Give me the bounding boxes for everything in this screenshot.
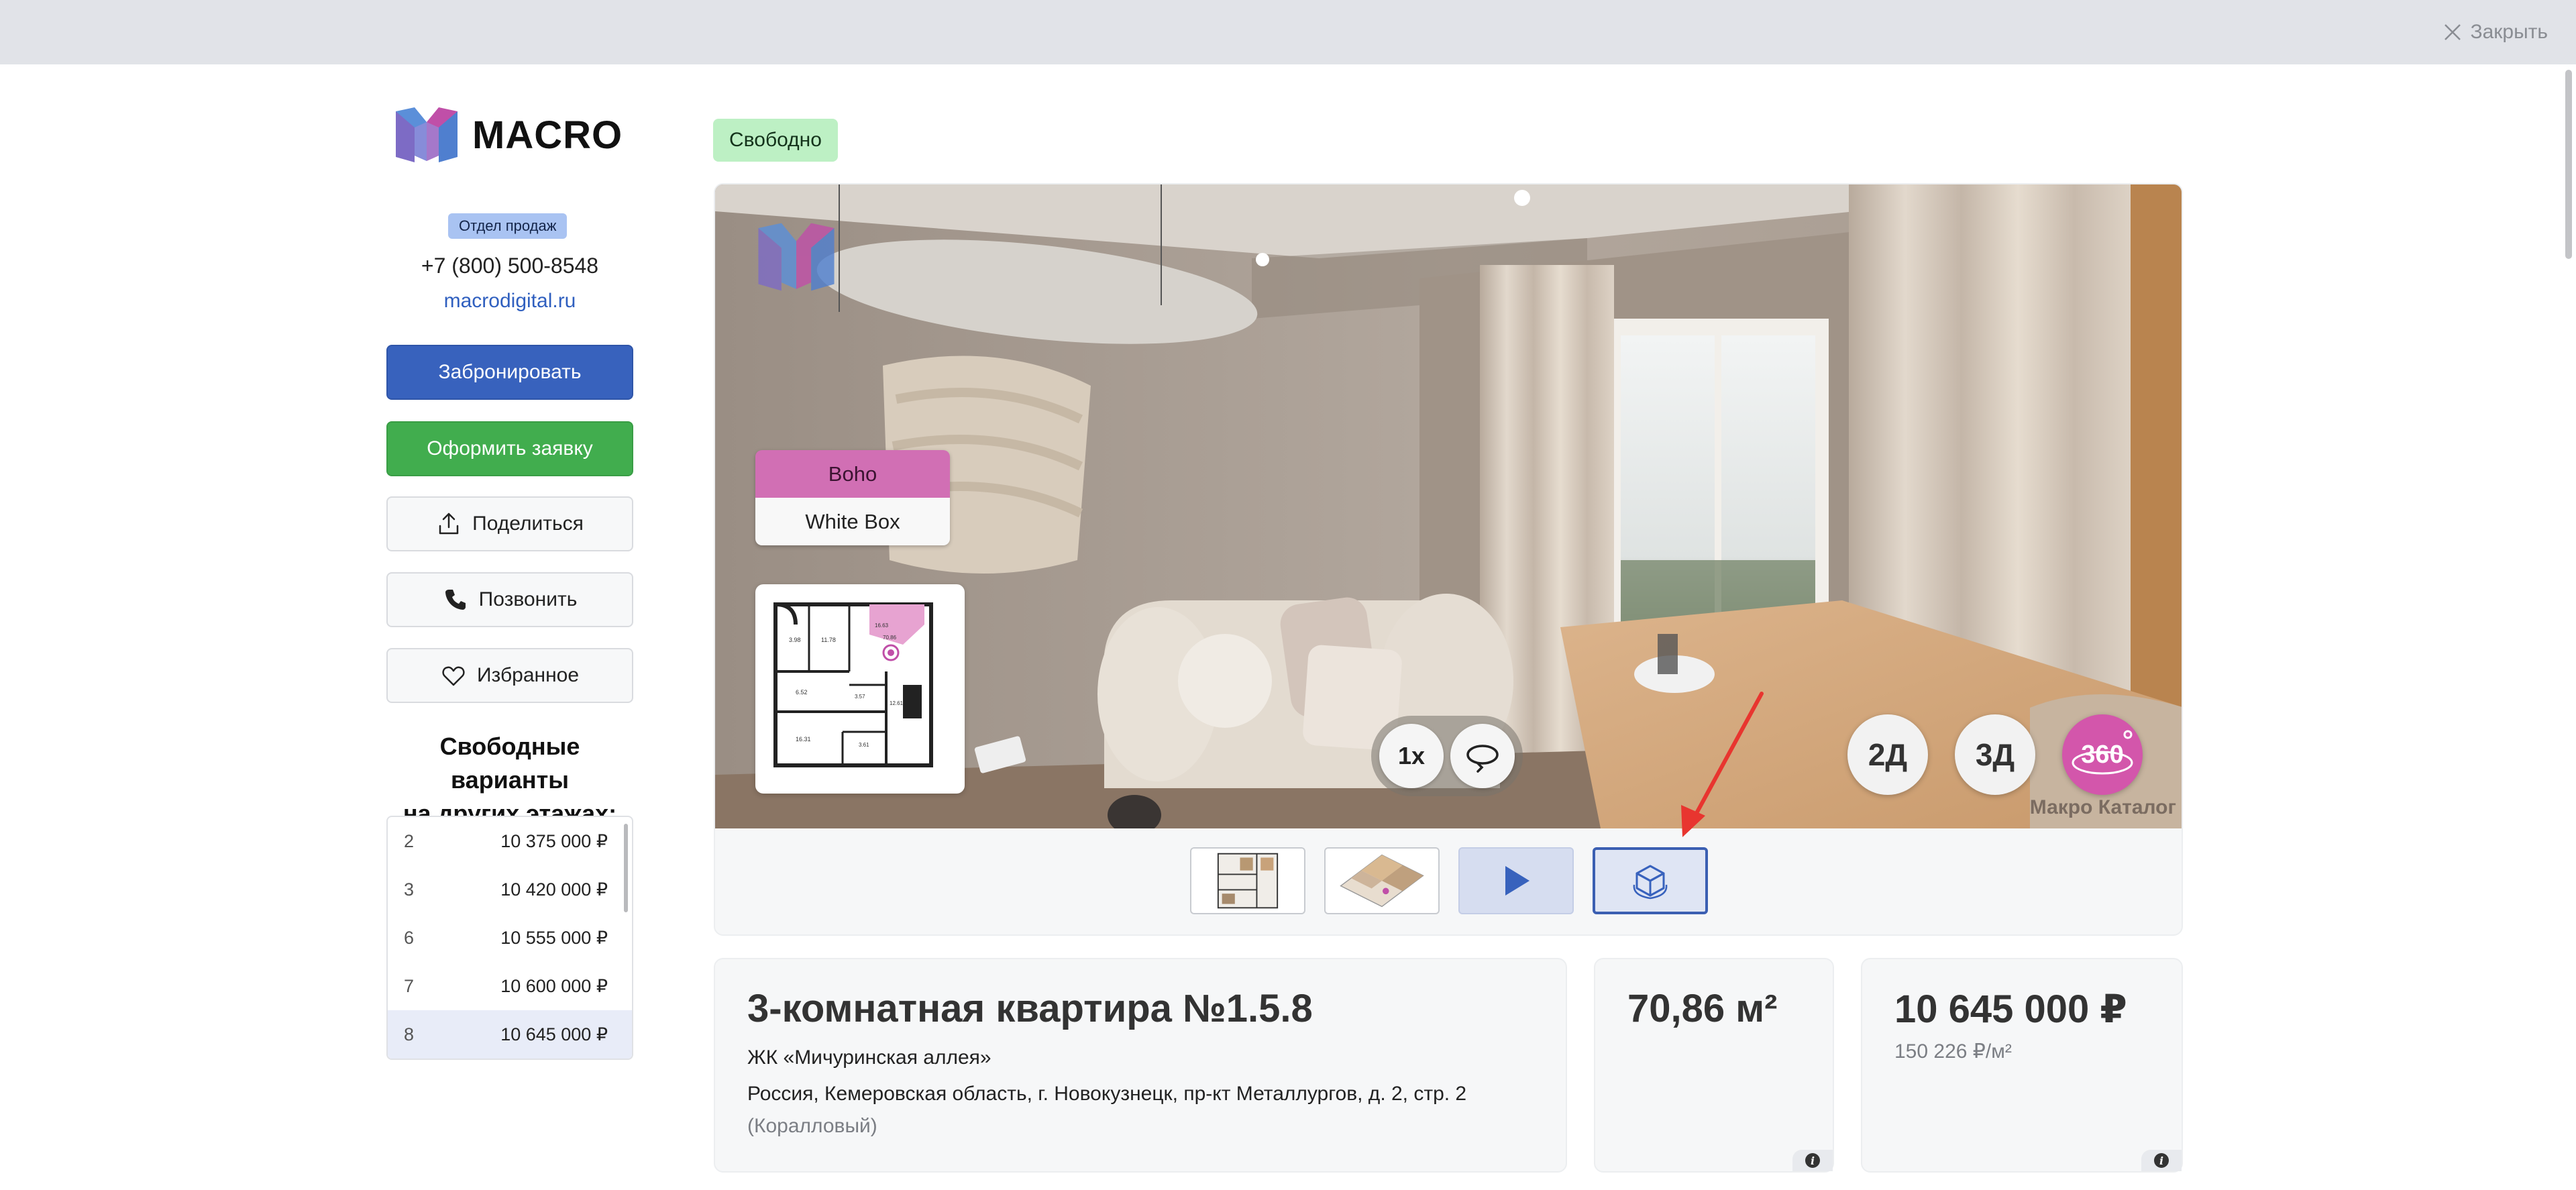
plan-room-label: 16.31 bbox=[796, 736, 811, 743]
style-option-boho[interactable]: Boho bbox=[755, 450, 950, 498]
phone-icon bbox=[445, 590, 466, 610]
media-viewer: Boho White Box 3.98 11.78 16.63 6.52 3.5… bbox=[714, 183, 2183, 936]
status-badge: Свободно bbox=[713, 119, 838, 162]
plan-room-label: 70.86 bbox=[883, 635, 897, 641]
thumbnail-video[interactable] bbox=[1458, 847, 1574, 914]
media-thumbnails bbox=[715, 828, 2182, 934]
floor-row[interactable]: 2 10 375 000 ₽ bbox=[388, 817, 632, 865]
info-icon: i bbox=[2154, 1153, 2169, 1168]
viewer-logo-watermark bbox=[758, 223, 835, 291]
speed-button[interactable]: 1x bbox=[1379, 724, 1444, 788]
website-link[interactable]: macrodigital.ru bbox=[386, 290, 633, 313]
floor-price: 10 600 000 ₽ bbox=[500, 975, 608, 996]
floor-row[interactable]: 7 10 600 000 ₽ bbox=[388, 962, 632, 1010]
share-icon bbox=[439, 512, 459, 535]
share-button-label: Поделиться bbox=[472, 512, 584, 535]
floor-plan-drawing: 3.98 11.78 16.63 6.52 3.57 12.61 16.31 7… bbox=[773, 602, 933, 767]
phone-link[interactable]: +7 (800) 500-8548 bbox=[386, 254, 633, 278]
plan-room-label: 12.61 bbox=[890, 700, 904, 706]
other-floors-title-line1: Свободные варианты bbox=[439, 733, 580, 794]
plan-room-label: 3.98 bbox=[789, 637, 801, 643]
share-button[interactable]: Поделиться bbox=[386, 496, 633, 551]
auto-rotate-button[interactable] bbox=[1450, 724, 1515, 788]
price-info-button[interactable]: i bbox=[2141, 1150, 2182, 1171]
mode-360-button[interactable]: 360 bbox=[2062, 714, 2143, 795]
other-floors-list: 2 10 375 000 ₽ 3 10 420 000 ₽ 6 10 555 0… bbox=[386, 816, 633, 1060]
floor-price: 10 555 000 ₽ bbox=[500, 927, 608, 948]
call-button[interactable]: Позвонить bbox=[386, 572, 633, 627]
floor-number: 8 bbox=[404, 1024, 415, 1044]
floor-number: 7 bbox=[404, 975, 415, 996]
floor-plan-thumbnail-icon bbox=[1217, 853, 1279, 909]
sales-dept-badge: Отдел продаж bbox=[448, 213, 568, 239]
macro-logo-icon bbox=[396, 107, 458, 162]
floor-row[interactable]: 6 10 555 000 ₽ bbox=[388, 914, 632, 962]
area-card: 70,86 м² i bbox=[1594, 958, 1834, 1173]
mode-360-label: 360 bbox=[2081, 740, 2124, 769]
plan-room-label: 3.61 bbox=[859, 742, 869, 748]
price-per-m2: 150 226 ₽/м² bbox=[1894, 1040, 2012, 1063]
favorite-button-label: Избранное bbox=[476, 664, 580, 686]
play-icon bbox=[1505, 866, 1529, 896]
floor-row-current[interactable]: 8 10 645 000 ₽ bbox=[388, 1010, 632, 1059]
rotate-icon bbox=[1466, 745, 1499, 773]
building-name: (Коралловый) bbox=[747, 1115, 877, 1137]
info-icon: i bbox=[1805, 1153, 1820, 1168]
apartment-address: Россия, Кемеровская область, г. Новокузн… bbox=[747, 1083, 1467, 1105]
panorama-view[interactable]: Boho White Box 3.98 11.78 16.63 6.52 3.5… bbox=[715, 184, 2182, 828]
floor-plan-minimap[interactable]: 3.98 11.78 16.63 6.52 3.57 12.61 16.31 7… bbox=[755, 584, 965, 794]
apply-button[interactable]: Оформить заявку bbox=[386, 421, 633, 476]
book-button-label: Забронировать bbox=[438, 361, 582, 383]
apartment-info-card: 3-комнатная квартира №1.5.8 ЖК «Мичуринс… bbox=[714, 958, 1567, 1173]
finish-style-switch: Boho White Box bbox=[755, 450, 950, 545]
floor-row[interactable]: 3 10 420 000 ₽ bbox=[388, 865, 632, 914]
page-scrollbar-thumb[interactable] bbox=[2565, 70, 2572, 259]
floor-number: 3 bbox=[404, 879, 415, 900]
residential-complex-name: ЖК «Мичуринская аллея» bbox=[747, 1046, 991, 1069]
floor-price: 10 645 000 ₽ bbox=[500, 1024, 608, 1044]
call-button-label: Позвонить bbox=[478, 588, 578, 610]
mode-3d-button[interactable]: 3Д bbox=[1955, 714, 2035, 795]
area-info-button[interactable]: i bbox=[1792, 1150, 1833, 1171]
apply-button-label: Оформить заявку bbox=[427, 437, 593, 459]
thumbnail-isometric[interactable] bbox=[1324, 847, 1440, 914]
brand-logo: MACRO bbox=[394, 107, 623, 162]
apartment-area: 70,86 м² bbox=[1627, 987, 1778, 1030]
heart-icon bbox=[442, 666, 465, 686]
book-button[interactable]: Забронировать bbox=[386, 345, 633, 400]
close-label: Закрыть bbox=[2470, 21, 2548, 43]
vendor-watermark: Макро Каталог bbox=[2029, 796, 2176, 818]
cube-3d-icon bbox=[1633, 865, 1668, 900]
isometric-plan-thumbnail-icon bbox=[1340, 854, 1424, 908]
plan-room-label: 6.52 bbox=[796, 689, 808, 696]
top-bar: Закрыть bbox=[0, 0, 2576, 64]
close-icon bbox=[2445, 24, 2461, 40]
thumbnail-floor-plan[interactable] bbox=[1190, 847, 1305, 914]
style-option-white-box[interactable]: White Box bbox=[755, 498, 950, 545]
apartment-price: 10 645 000 ₽ bbox=[1894, 987, 2127, 1031]
brand-name: MACRO bbox=[472, 113, 623, 157]
apartment-title: 3-комнатная квартира №1.5.8 bbox=[747, 987, 1313, 1030]
floor-price: 10 375 000 ₽ bbox=[500, 830, 608, 851]
close-button[interactable]: Закрыть bbox=[2442, 19, 2548, 46]
floor-price: 10 420 000 ₽ bbox=[500, 879, 608, 900]
mode-2d-button[interactable]: 2Д bbox=[1847, 714, 1928, 795]
plan-room-label: 3.57 bbox=[855, 694, 865, 700]
favorite-button[interactable]: Избранное bbox=[386, 648, 633, 703]
thumbnail-3d-tour[interactable] bbox=[1593, 847, 1708, 914]
plan-room-label: 11.78 bbox=[821, 637, 836, 643]
floor-list-scrollbar[interactable] bbox=[624, 824, 628, 912]
plan-room-label: 16.63 bbox=[875, 623, 889, 629]
floor-number: 6 bbox=[404, 927, 415, 948]
price-card: 10 645 000 ₽ 150 226 ₽/м² i bbox=[1861, 958, 2183, 1173]
floor-number: 2 bbox=[404, 830, 415, 851]
